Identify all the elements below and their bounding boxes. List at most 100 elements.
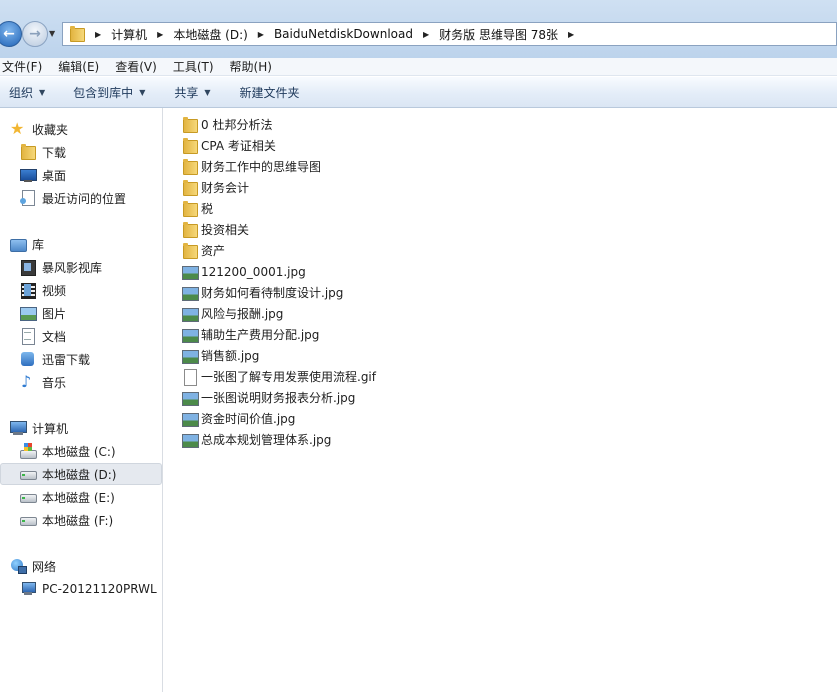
nav-item-drive-f[interactable]: 本地磁盘 (F:) <box>20 509 160 531</box>
file-item[interactable]: 121200_0001.jpg <box>182 261 306 282</box>
folder-item[interactable]: 0 杜邦分析法 <box>182 114 272 135</box>
drive-icon <box>20 466 37 482</box>
image-file-icon <box>182 264 199 280</box>
nav-item-drive-d[interactable]: 本地磁盘 (D:) <box>0 463 162 485</box>
share-button[interactable]: 共享 ▼ <box>174 84 210 101</box>
file-item[interactable]: 风险与报酬.jpg <box>182 303 283 324</box>
breadcrumb-current-folder[interactable]: 财务版 思维导图 78张 <box>439 26 558 43</box>
nav-item-drive-c[interactable]: 本地磁盘 (C:) <box>20 440 160 462</box>
nav-item-label: 图片 <box>42 306 67 321</box>
address-bar[interactable]: ▶ 计算机 ▶ 本地磁盘 (D:) ▶ BaiduNetdiskDownload… <box>62 22 837 46</box>
music-icon <box>20 372 36 391</box>
organize-button[interactable]: 组织 ▼ <box>9 84 45 101</box>
menu-help[interactable]: 帮助(H) <box>230 58 272 75</box>
folder-icon <box>182 242 198 259</box>
recent-pages-dropdown-icon[interactable]: ▼ <box>49 29 55 38</box>
menu-tools[interactable]: 工具(T) <box>173 58 214 75</box>
command-toolbar: 组织 ▼ 包含到库中 ▼ 共享 ▼ 新建文件夹 <box>0 77 837 108</box>
crumb-separator-icon[interactable]: ▶ <box>568 30 574 39</box>
file-name: 投资相关 <box>201 223 250 237</box>
desktop-icon <box>20 167 37 183</box>
nav-item-drive-e[interactable]: 本地磁盘 (E:) <box>20 486 160 508</box>
share-label: 共享 <box>174 85 199 100</box>
image-file-icon <box>182 432 199 448</box>
file-item[interactable]: 辅助生产费用分配.jpg <box>182 324 319 345</box>
file-name: 一张图说明财务报表分析.jpg <box>201 391 356 405</box>
nav-item-label: 本地磁盘 (F:) <box>42 513 114 528</box>
nav-favorites-label: 收藏夹 <box>32 122 69 137</box>
folder-item[interactable]: 资产 <box>182 240 225 261</box>
chevron-down-icon: ▼ <box>204 87 211 97</box>
nav-item-downloads[interactable]: 下载 <box>20 141 160 163</box>
crumb-separator-icon[interactable]: ▶ <box>258 30 264 39</box>
file-list: 0 杜邦分析法 CPA 考证相关 财务工作中的思维导图 财务会计税投资相关资产 1212… <box>164 108 837 692</box>
nav-item-label: 本地磁盘 (E:) <box>42 490 115 505</box>
file-name: 0 杜邦分析法 <box>201 118 273 132</box>
folder-icon <box>182 158 198 175</box>
chevron-down-icon: ▼ <box>39 87 46 97</box>
nav-item-recent-places[interactable]: 最近访问的位置 <box>20 187 160 209</box>
new-folder-button[interactable]: 新建文件夹 <box>240 84 300 101</box>
nav-computer-label: 计算机 <box>32 421 69 436</box>
file-name: 资金时间价值.jpg <box>201 412 296 426</box>
file-icon <box>182 368 198 386</box>
drive-icon <box>20 489 37 505</box>
nav-computer[interactable]: 计算机 <box>10 417 160 439</box>
breadcrumb-baidu-download[interactable]: BaiduNetdiskDownload <box>274 27 413 41</box>
file-name: 辅助生产费用分配.jpg <box>201 328 320 342</box>
menu-view[interactable]: 查看(V) <box>115 58 157 75</box>
breadcrumb-drive-d[interactable]: 本地磁盘 (D:) <box>173 26 247 43</box>
nav-item-baofeng-library[interactable]: 暴风影视库 <box>20 256 160 278</box>
file-name: 总成本规划管理体系.jpg <box>201 433 332 447</box>
include-in-library-button[interactable]: 包含到库中 ▼ <box>73 84 145 101</box>
nav-item-thunder-download[interactable]: 迅雷下载 <box>20 348 160 370</box>
folder-item[interactable]: CPA 考证相关 <box>182 135 276 156</box>
nav-item-label: 音乐 <box>42 375 67 390</box>
new-folder-label: 新建文件夹 <box>239 85 300 100</box>
crumb-separator-icon[interactable]: ▶ <box>423 30 429 39</box>
navigation-pane: 收藏夹 下载 桌面 最近访问的位置 库 暴风影视库 视频 图片 文档 迅雷下载 … <box>0 108 163 692</box>
back-arrow-icon: ← <box>3 26 15 42</box>
file-item[interactable]: 销售额.jpg <box>182 345 259 366</box>
image-file-icon <box>182 306 199 322</box>
breadcrumb-computer[interactable]: 计算机 <box>111 26 147 43</box>
include-library-label: 包含到库中 <box>73 85 134 100</box>
nav-item-videos[interactable]: 视频 <box>20 279 160 301</box>
folder-item[interactable]: 税 <box>182 198 213 219</box>
nav-item-label: 桌面 <box>42 168 67 183</box>
nav-item-label: PC-20121120PRWL <box>42 582 157 596</box>
image-file-icon <box>182 348 199 364</box>
file-item[interactable]: 财务如何看待制度设计.jpg <box>182 282 343 303</box>
menu-edit[interactable]: 编辑(E) <box>58 58 99 75</box>
nav-item-label: 视频 <box>42 283 67 298</box>
nav-item-network-pc[interactable]: PC-20121120PRWL <box>20 578 160 600</box>
file-item[interactable]: 资金时间价值.jpg <box>182 408 295 429</box>
menu-bar: 文件(F) 编辑(E) 查看(V) 工具(T) 帮助(H) <box>0 58 837 76</box>
nav-item-label: 文档 <box>42 329 67 344</box>
file-item[interactable]: 一张图说明财务报表分析.jpg <box>182 387 355 408</box>
menu-file[interactable]: 文件(F) <box>2 58 42 75</box>
folder-item[interactable]: 财务工作中的思维导图 <box>182 156 321 177</box>
nav-favorites[interactable]: 收藏夹 <box>10 118 160 140</box>
nav-item-documents[interactable]: 文档 <box>20 325 160 347</box>
folder-item[interactable]: 财务会计 <box>182 177 249 198</box>
library-icon <box>10 236 27 252</box>
forward-button[interactable]: → <box>22 21 48 47</box>
back-button[interactable]: ← <box>0 21 22 47</box>
nav-libraries[interactable]: 库 <box>10 233 160 255</box>
nav-network[interactable]: 网络 <box>10 555 160 577</box>
nav-item-desktop[interactable]: 桌面 <box>20 164 160 186</box>
crumb-separator-icon[interactable]: ▶ <box>157 30 163 39</box>
folder-item[interactable]: 投资相关 <box>182 219 249 240</box>
folder-icon <box>69 26 85 42</box>
file-item[interactable]: 一张图了解专用发票使用流程.gif <box>182 366 376 387</box>
file-item[interactable]: 总成本规划管理体系.jpg <box>182 429 331 450</box>
nav-item-label: 迅雷下载 <box>42 352 91 367</box>
nav-item-music[interactable]: 音乐 <box>20 371 160 393</box>
document-icon <box>20 328 36 345</box>
crumb-separator-icon[interactable]: ▶ <box>95 30 101 39</box>
folder-icon <box>182 116 198 133</box>
nav-item-label: 最近访问的位置 <box>42 191 127 206</box>
nav-item-pictures[interactable]: 图片 <box>20 302 160 324</box>
nav-item-label: 暴风影视库 <box>42 260 103 275</box>
